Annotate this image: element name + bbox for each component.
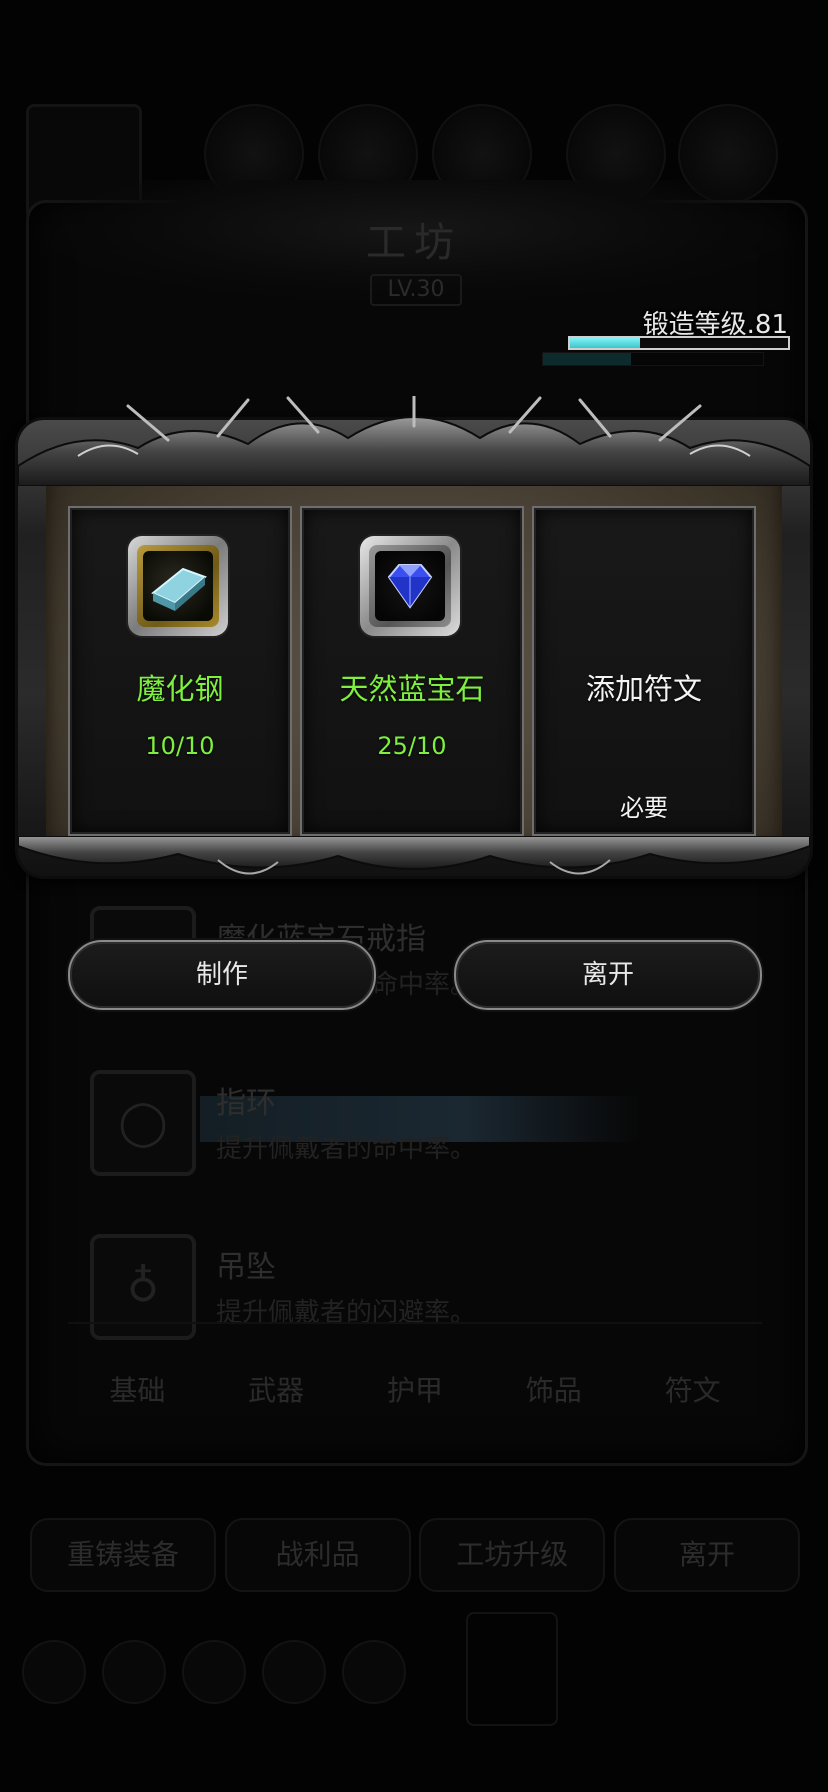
tab-basic: 基础 (109, 1374, 166, 1407)
skill-slot-icon (262, 1640, 326, 1704)
workshop-title: 工坊 (366, 220, 462, 266)
tab-accessory: 饰品 (525, 1374, 582, 1407)
slot-material-name: 魔化钢 (136, 672, 224, 706)
bg-leave-button: 离开 (613, 1518, 800, 1592)
steel-ingot-icon (128, 536, 228, 636)
tab-weapon: 武器 (248, 1374, 305, 1407)
item-name: 指环 (216, 1086, 276, 1121)
thorn-ornament-bottom (18, 836, 810, 875)
workshop-exp-bar (542, 352, 764, 366)
reforge-button: 重铸装备 (30, 1518, 216, 1592)
blue-sapphire-icon (360, 536, 460, 636)
leave-button[interactable]: 离开 (454, 940, 762, 1010)
tab-armor: 护甲 (386, 1374, 443, 1407)
dimmed-background: 工坊 LV.30 ◎ 魔化蓝宝石戒指 提升佩戴者的命中率。 ◯ 指环 提升佩戴者… (0, 0, 828, 1792)
skill-slot-icon (342, 1640, 406, 1704)
add-rune-label: 添加符文 (585, 672, 702, 706)
thorn-ornament-top (18, 396, 810, 486)
forge-level-bar (568, 336, 790, 350)
item-desc: 提升佩戴者的命中率。 (216, 1134, 477, 1164)
forge-level-fill (570, 338, 640, 348)
slot-material-count: 25/10 (377, 732, 447, 760)
material-slot-steel[interactable]: 魔化钢 10/10 (68, 506, 292, 836)
required-label: 必要 (620, 794, 668, 822)
skill-slot-icon (22, 1640, 86, 1704)
workshop-level: LV.30 (370, 274, 462, 306)
material-slot-sapphire[interactable]: 天然蓝宝石 25/10 (300, 506, 524, 836)
ring-icon: ◯ (90, 1070, 196, 1176)
inventory-box (466, 1612, 558, 1726)
bottom-button-bar: 重铸装备 战利品 工坊升级 离开 (30, 1518, 800, 1592)
rune-slot[interactable]: 添加符文 必要 (532, 506, 756, 836)
game-screen: 工坊 LV.30 ◎ 魔化蓝宝石戒指 提升佩戴者的命中率。 ◯ 指环 提升佩戴者… (0, 0, 828, 1792)
loot-button: 战利品 (224, 1518, 411, 1592)
slot-material-count: 10/10 (145, 732, 215, 760)
item-name: 吊坠 (216, 1250, 276, 1285)
skill-slot-icon (182, 1640, 246, 1704)
craft-button[interactable]: 制作 (68, 940, 376, 1010)
slot-material-name: 天然蓝宝石 (339, 672, 485, 706)
list-item: ◯ 指环 提升佩戴者的命中率。 (90, 1070, 730, 1180)
skill-slot-icon (102, 1640, 166, 1704)
crafting-dialog: 魔化钢 10/10 天然蓝宝石 25/10 添加符文 必要 (18, 396, 810, 886)
tab-rune: 符文 (664, 1374, 721, 1407)
workshop-upgrade-button: 工坊升级 (419, 1518, 606, 1592)
category-tabs: 基础 武器 护甲 饰品 符文 (68, 1322, 762, 1454)
